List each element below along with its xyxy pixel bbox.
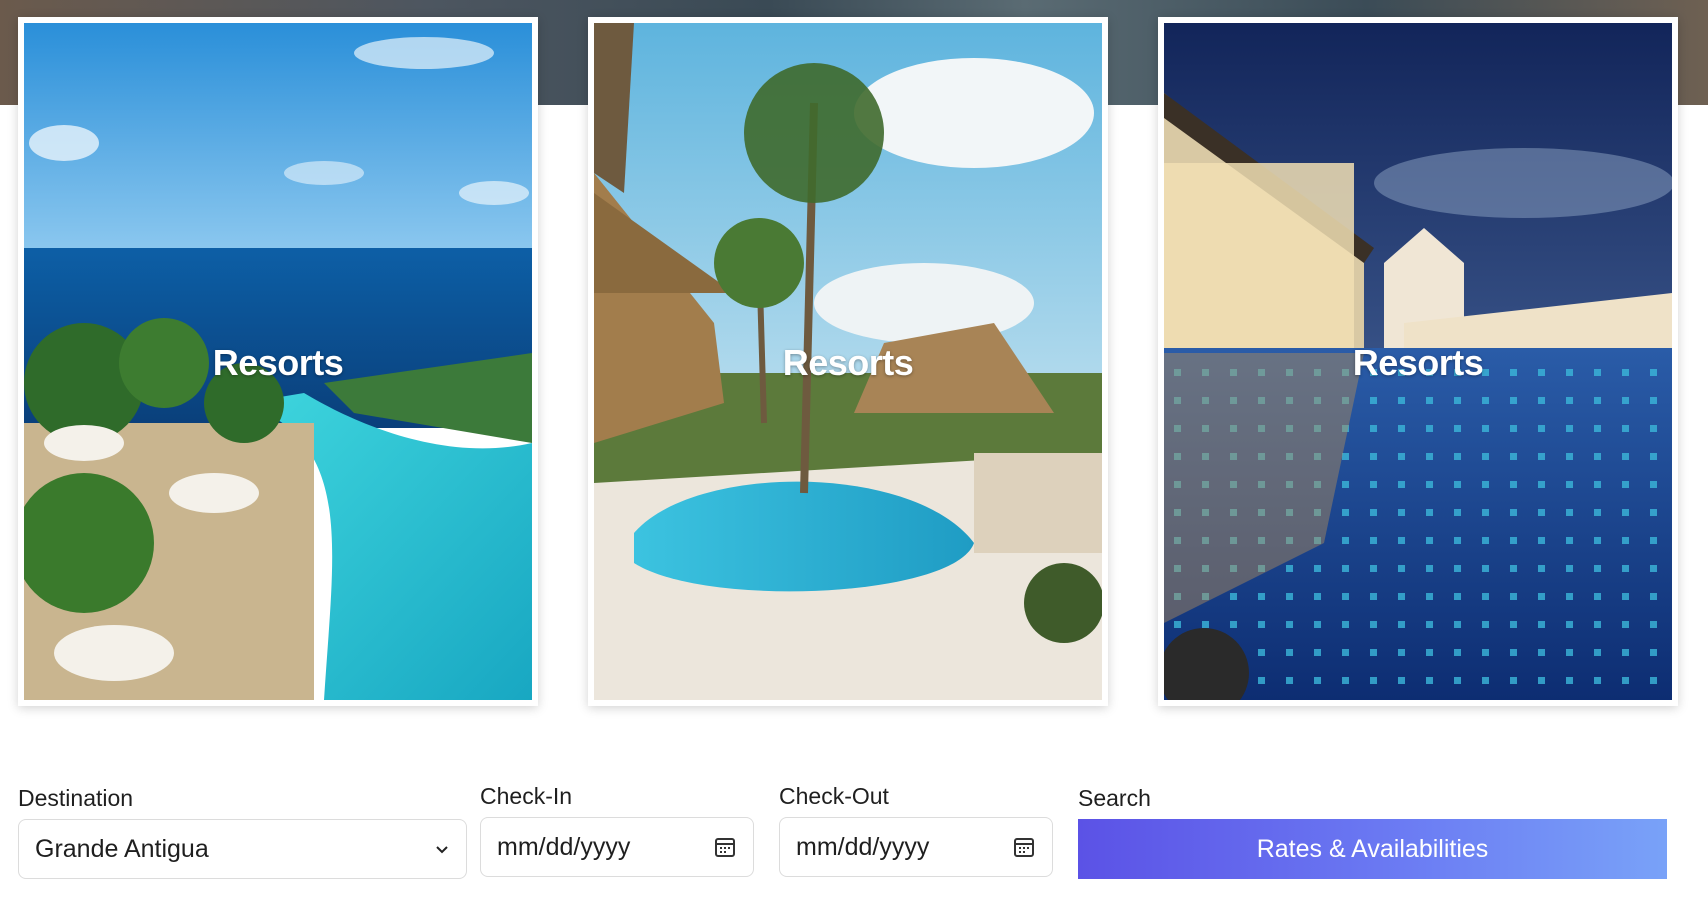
chevron-down-icon	[436, 846, 448, 854]
checkin-date-input[interactable]: mm/dd/yyyy	[480, 817, 754, 877]
checkout-date-input[interactable]: mm/dd/yyyy	[779, 817, 1053, 877]
calendar-icon[interactable]	[713, 835, 737, 859]
checkout-label: Check-Out	[779, 783, 889, 809]
resort-card-title: Resorts	[782, 342, 914, 383]
destination-select[interactable]: Grande Antigua	[18, 819, 467, 879]
search-label: Search	[1078, 785, 1151, 811]
resort-card-3[interactable]: Resorts	[1158, 17, 1678, 706]
resort-card-title: Resorts	[212, 342, 344, 383]
destination-value: Grande Antigua	[35, 834, 209, 863]
resort-card-2[interactable]: Resorts	[588, 17, 1108, 706]
checkin-placeholder: mm/dd/yyyy	[497, 832, 631, 861]
resort-card-title: Resorts	[1352, 342, 1484, 383]
destination-label: Destination	[18, 785, 134, 811]
calendar-icon[interactable]	[1012, 835, 1036, 859]
resort-card-1[interactable]: Resorts	[18, 17, 538, 706]
checkout-placeholder: mm/dd/yyyy	[796, 832, 930, 861]
rates-availabilities-button[interactable]: Rates & Availabilities	[1078, 819, 1667, 879]
checkin-label: Check-In	[480, 783, 573, 809]
